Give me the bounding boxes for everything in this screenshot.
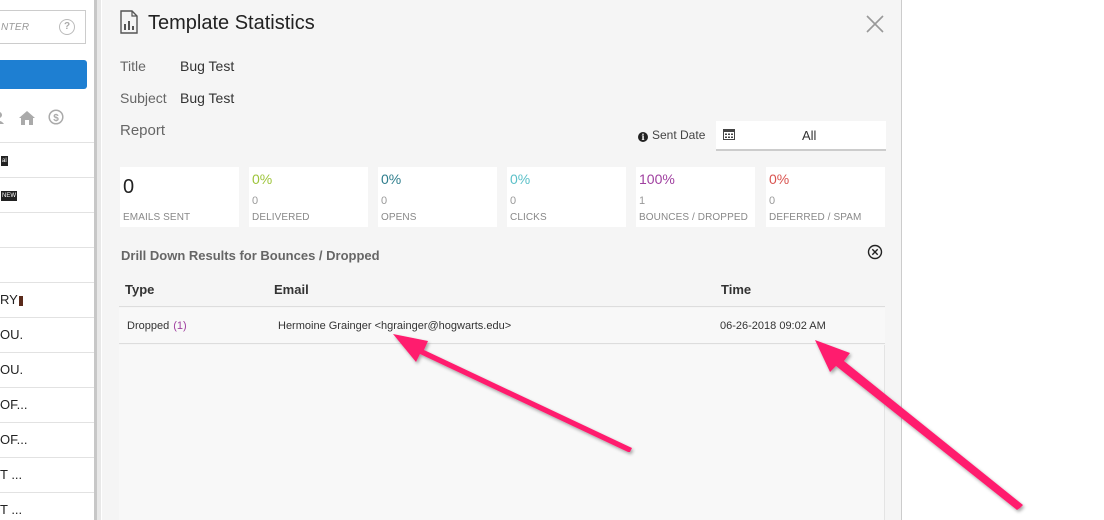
- svg-text:$: $: [53, 113, 59, 124]
- sidebar-list: al NEW RY OU. OU. OF... OF... T ... T ..…: [0, 142, 94, 520]
- question-circle-icon[interactable]: ?: [59, 19, 75, 35]
- stat-label: DEFERRED / SPAM: [769, 212, 862, 223]
- table-body-empty: [119, 345, 885, 520]
- info-icon: i: [638, 132, 648, 142]
- title-label: Title: [120, 58, 146, 74]
- sent-date-select[interactable]: All: [716, 121, 886, 151]
- column-header-email[interactable]: Email: [274, 282, 309, 297]
- report-heading: Report: [120, 122, 166, 139]
- sidebar-item[interactable]: [0, 247, 94, 282]
- close-icon[interactable]: [865, 14, 885, 34]
- calendar-icon: [723, 129, 735, 140]
- sidebar-item-label: T ...: [0, 502, 23, 517]
- sidebar-item-label: OF...: [0, 397, 28, 412]
- stat-emails-sent[interactable]: 0 EMAILS SENT: [120, 167, 239, 227]
- sidebar-item-label: T ...: [0, 467, 23, 482]
- sidebar-divider-shadow: [97, 0, 101, 520]
- drill-down-table: Type Email Time Dropped (1) Hermoine Grai…: [119, 271, 885, 520]
- sent-date-text: Sent Date: [652, 128, 706, 142]
- stat-count: 0: [769, 195, 776, 207]
- stat-label: CLICKS: [510, 212, 547, 223]
- chart-document-icon: [120, 10, 138, 34]
- table-row[interactable]: Dropped (1) Hermoine Grainger <hgrainger@…: [119, 308, 885, 344]
- sidebar-primary-button[interactable]: [0, 60, 87, 89]
- sidebar-item[interactable]: OU.: [0, 352, 94, 387]
- subject-value: Bug Test: [180, 90, 235, 106]
- stat-count: 0: [510, 195, 517, 207]
- stat-bounces-dropped[interactable]: 100% 1 BOUNCES / DROPPED: [636, 167, 755, 227]
- stat-delivered[interactable]: 0% 0 DELIVERED: [249, 167, 368, 227]
- home-icon[interactable]: [18, 110, 36, 125]
- page-title: Template Statistics: [148, 12, 315, 34]
- close-circle-icon[interactable]: [867, 244, 883, 260]
- row-type-count: (1): [173, 320, 187, 332]
- template-statistics-panel: Template Statistics Title Bug Test Subje…: [102, 0, 902, 520]
- sidebar-icon-row: $: [0, 109, 94, 127]
- stat-value: 100%: [639, 171, 675, 187]
- stat-count: 1: [639, 195, 646, 207]
- sent-date-value: All: [802, 128, 817, 143]
- sidebar-item-label: OU.: [0, 327, 24, 342]
- sidebar-item[interactable]: OF...: [0, 422, 94, 457]
- subject-label: Subject: [120, 90, 167, 106]
- new-badge: NEW: [1, 190, 17, 201]
- badge: [18, 295, 23, 306]
- sidebar-item[interactable]: [0, 212, 94, 247]
- stat-deferred-spam[interactable]: 0% 0 DEFERRED / SPAM: [766, 167, 885, 227]
- row-time: 06-26-2018 09:02 AM: [720, 320, 826, 332]
- sidebar-item[interactable]: T ...: [0, 492, 94, 520]
- user-icon[interactable]: [0, 110, 6, 124]
- stat-clicks[interactable]: 0% 0 CLICKS: [507, 167, 626, 227]
- sidebar-item[interactable]: RY: [0, 282, 94, 317]
- stat-label: EMAILS SENT: [123, 212, 191, 223]
- app-window: NTER ? $ al NEW RY OU. OU. OF... OF... T…: [0, 0, 1104, 520]
- stat-value: 0%: [510, 171, 531, 187]
- sent-date-label: i Sent Date: [638, 128, 705, 142]
- sidebar-item-label: RY: [0, 292, 18, 307]
- drill-down-title: Drill Down Results for Bounces / Dropped: [121, 248, 380, 263]
- column-header-time[interactable]: Time: [721, 282, 751, 297]
- column-header-type[interactable]: Type: [125, 282, 154, 297]
- stat-value: 0: [123, 176, 135, 198]
- row-email: Hermoine Grainger <hgrainger@hogwarts.ed…: [278, 320, 512, 332]
- stat-label: DELIVERED: [252, 212, 310, 223]
- stat-label: BOUNCES / DROPPED: [639, 212, 748, 223]
- sidebar-item[interactable]: al: [0, 142, 94, 177]
- sidebar-item[interactable]: OF...: [0, 387, 94, 422]
- stat-label: OPENS: [381, 212, 417, 223]
- sidebar-item-label: OF...: [0, 432, 28, 447]
- dollar-circle-icon[interactable]: $: [48, 109, 64, 125]
- sidebar: NTER ? $ al NEW RY OU. OU. OF... OF... T…: [0, 0, 94, 520]
- search-placeholder: NTER: [1, 22, 30, 33]
- stat-value: 0%: [769, 171, 790, 187]
- sidebar-item[interactable]: NEW: [0, 177, 94, 212]
- stat-count: 0: [252, 195, 259, 207]
- stat-value: 0%: [381, 171, 402, 187]
- stat-opens[interactable]: 0% 0 OPENS: [378, 167, 497, 227]
- badge: al: [1, 155, 8, 166]
- sidebar-item[interactable]: T ...: [0, 457, 94, 492]
- sidebar-item[interactable]: OU.: [0, 317, 94, 352]
- stat-value: 0%: [252, 171, 273, 187]
- stat-count: 0: [381, 195, 388, 207]
- title-value: Bug Test: [180, 58, 235, 74]
- sidebar-search-input[interactable]: NTER ?: [0, 10, 86, 44]
- row-type-text: Dropped: [127, 320, 170, 332]
- table-header: Type Email Time: [119, 271, 885, 307]
- sidebar-item-label: OU.: [0, 362, 24, 377]
- row-type: Dropped (1): [127, 320, 187, 332]
